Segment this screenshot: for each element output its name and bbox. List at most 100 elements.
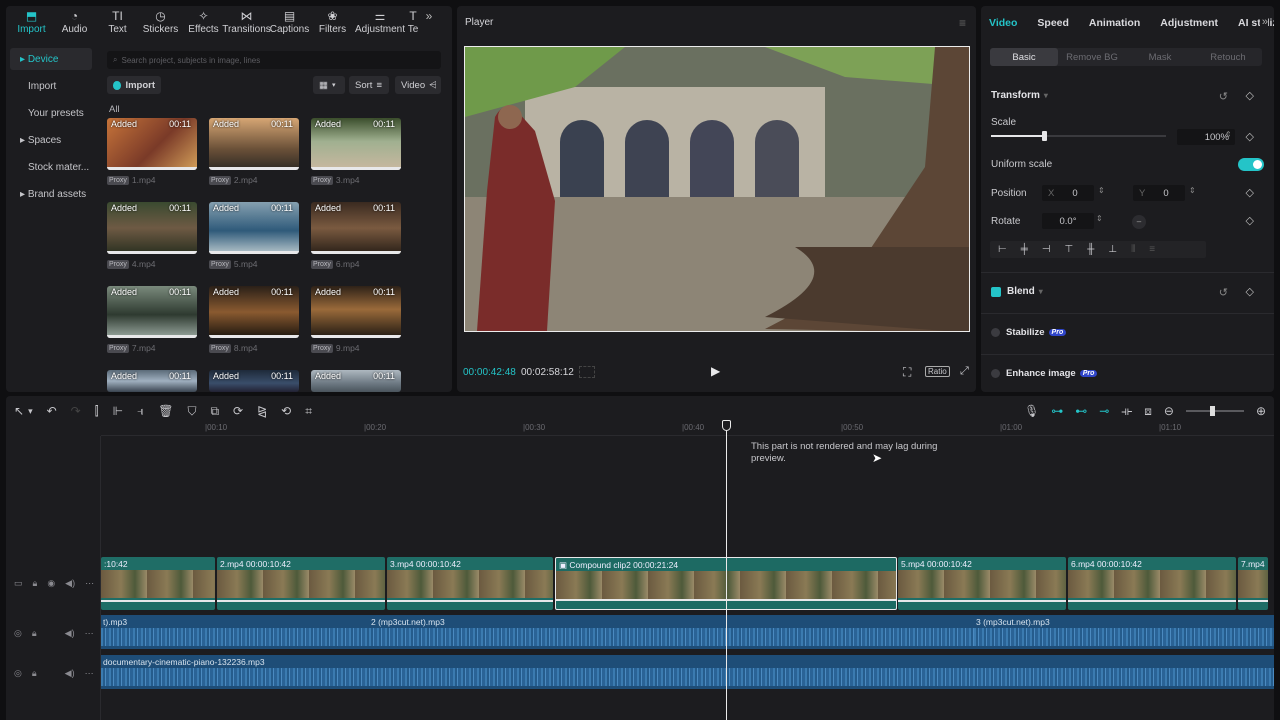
stabilize-checkbox[interactable] [991, 328, 1000, 337]
zoom-in-icon[interactable]: ⊕ [1256, 404, 1266, 418]
tool-stickers[interactable]: ◷ Stickers [139, 6, 182, 35]
ratio-button[interactable]: Ratio [925, 366, 950, 377]
mirror-icon[interactable]: ⧎ [257, 404, 267, 418]
playhead-handle[interactable] [722, 420, 731, 431]
mute-icon[interactable]: ◀) [65, 578, 75, 589]
more-tools-button[interactable]: » [420, 6, 438, 23]
reset-icon[interactable]: ↺ [1219, 286, 1228, 299]
cover-icon[interactable]: ▭ [14, 578, 23, 589]
video-clip[interactable]: 7.mp4 [1238, 557, 1268, 610]
keyframe-icon[interactable]: ◇ [1246, 89, 1254, 102]
tool-import[interactable]: ⬒ Import [10, 6, 53, 35]
chevron-down-icon[interactable]: ▾ [28, 406, 33, 417]
stabilize-header[interactable]: Stabilize Pro [991, 327, 1067, 338]
media-thumbnail[interactable]: Added 00:11 [209, 286, 299, 338]
media-thumbnail[interactable]: Added 00:11 [107, 286, 197, 338]
sort-button[interactable]: Sort ≡ [349, 76, 389, 94]
stepper-icon[interactable]: ⇕ [1189, 186, 1196, 195]
auto-snap-icon[interactable]: ⊷ [1075, 404, 1087, 418]
audio-track-icon[interactable]: ◎ [14, 628, 22, 639]
position-y-input[interactable]: Y0 [1133, 185, 1185, 201]
tool-audio[interactable]: ◔ Audio [53, 6, 96, 35]
tool-transitions[interactable]: ⋈ Transitions [222, 6, 271, 35]
tool-text[interactable]: TI Text [96, 6, 139, 35]
media-thumbnail[interactable]: Added 00:11 [209, 202, 299, 254]
tool-effects[interactable]: ✧ Effects [182, 6, 225, 35]
zoom-slider[interactable] [1185, 406, 1244, 416]
media-thumbnail[interactable]: Added 00:11 [209, 118, 299, 170]
transform-header[interactable]: Transform ▾ [991, 90, 1048, 101]
lock-icon[interactable]: 🔒︎ [32, 668, 37, 679]
play-button[interactable]: ▶ [711, 364, 720, 378]
align-left-icon[interactable]: ⊢ [998, 244, 1007, 255]
menu-icon[interactable]: ≡ [959, 16, 966, 30]
rotate-dial-icon[interactable]: – [1132, 215, 1146, 229]
expand-icon[interactable]: ⤢ [960, 365, 969, 378]
search-input[interactable]: ⌕ Search project, subjects in image, line… [107, 51, 441, 69]
video-clip[interactable]: :10:42 [101, 557, 215, 610]
blend-header[interactable]: Blend ▾ [991, 286, 1043, 297]
align-top-icon[interactable]: ⊤ [1065, 244, 1074, 255]
delete-icon[interactable]: 🗑 [158, 404, 173, 418]
sidebar-item-brand[interactable]: ▸ Brand assets [10, 183, 92, 205]
audio-track-icon[interactable]: ◎ [14, 668, 22, 679]
media-thumbnail[interactable]: Added 00:11 [107, 118, 197, 170]
video-clip[interactable]: 5.mp4 00:00:10:42 [898, 557, 1066, 610]
keyframe-icon[interactable]: ◇ [1246, 214, 1254, 227]
tab-animation[interactable]: Animation [1089, 17, 1140, 29]
media-thumbnail[interactable]: Added 00:11 [311, 202, 401, 254]
reverse-icon[interactable]: ⟳ [233, 404, 243, 418]
rotate-input[interactable]: 0.0° [1042, 213, 1094, 229]
lock-icon[interactable]: 🔒︎ [32, 628, 37, 639]
video-preview[interactable] [464, 46, 970, 332]
split-right-icon[interactable]: ⫣ [137, 404, 144, 419]
split-left-icon[interactable]: ⊩ [113, 404, 123, 418]
sidebar-item-import[interactable]: Import [10, 75, 92, 97]
media-thumbnail[interactable]: Added 00:11 [311, 286, 401, 338]
rotate-icon[interactable]: ⟲ [281, 404, 291, 418]
preview-axis-icon[interactable]: ⧈ [1144, 404, 1152, 419]
media-thumbnail[interactable]: Added 00:11 [107, 370, 197, 392]
subtab-basic[interactable]: Basic [990, 48, 1058, 66]
main-track-magnet-icon[interactable]: ⊶ [1051, 404, 1063, 418]
media-thumbnail[interactable]: Added 00:11 [107, 202, 197, 254]
more-tabs-icon[interactable]: » [1259, 16, 1268, 28]
split-icon[interactable]: ⫿ [95, 404, 99, 419]
stepper-icon[interactable]: ⇕ [1225, 130, 1232, 139]
blend-checkbox[interactable] [991, 286, 1001, 297]
timecode-grid-icon[interactable] [579, 366, 595, 378]
align-center-icon[interactable]: ╪ [1021, 244, 1028, 255]
visibility-icon[interactable]: ◉ [47, 578, 55, 589]
subtab-retouch[interactable]: Retouch [1194, 48, 1262, 66]
sidebar-item-spaces[interactable]: ▸ Spaces [10, 129, 92, 151]
more-icon[interactable]: ⋯ [85, 578, 94, 589]
marker-icon[interactable]: ⛉ [187, 404, 196, 419]
media-thumbnail[interactable]: Added 00:11 [311, 370, 401, 392]
audio-clip[interactable]: t).mp3 [101, 615, 369, 649]
tool-templates[interactable]: T Te [406, 6, 420, 35]
import-button[interactable]: Import [107, 76, 161, 94]
lock-icon[interactable]: 🔒︎ [33, 578, 38, 589]
reset-icon[interactable]: ↺ [1219, 90, 1228, 103]
keyframe-icon[interactable]: ◇ [1246, 186, 1254, 199]
filter-button[interactable]: Video ⩤ [395, 76, 441, 94]
align-middle-icon[interactable]: ╫ [1087, 244, 1094, 255]
enhance-checkbox[interactable] [991, 369, 1000, 378]
time-ruler[interactable]: |00:10 |00:20 |00:30 |00:40 |00:50 |01:0… [101, 420, 1274, 436]
video-clip[interactable]: 2.mp4 00:00:10:42 [217, 557, 385, 610]
zoom-out-icon[interactable]: ⊖ [1164, 404, 1174, 418]
microphone-icon[interactable]: 🎙 [1024, 404, 1039, 418]
playhead[interactable] [726, 422, 727, 720]
sidebar-item-presets[interactable]: Your presets [10, 102, 92, 124]
tool-adjustment[interactable]: ⚌ Adjustment [354, 6, 406, 35]
keyframe-icon[interactable]: ◇ [1246, 285, 1254, 298]
position-x-input[interactable]: X0 [1042, 185, 1094, 201]
audio-clip[interactable]: 3 (mp3cut.net).mp3 [974, 615, 1274, 649]
distribute-v-icon[interactable]: ≡ [1149, 244, 1155, 255]
align-right-icon[interactable]: ⊣ [1042, 244, 1051, 255]
mute-icon[interactable]: ◀) [65, 668, 75, 679]
more-icon[interactable]: ⋯ [85, 668, 94, 679]
select-tool-icon[interactable]: ↖ [14, 404, 24, 418]
tool-captions[interactable]: ▤ Captions [268, 6, 311, 35]
align-bottom-icon[interactable]: ⊥ [1108, 244, 1117, 255]
